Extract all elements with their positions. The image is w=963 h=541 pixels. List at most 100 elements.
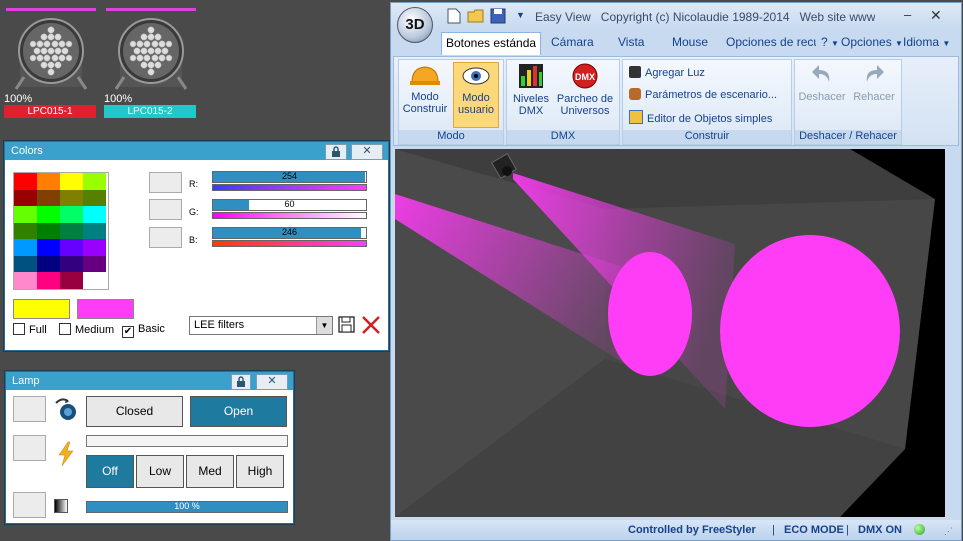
power-high-button[interactable]: High — [236, 455, 284, 488]
color-swatch[interactable] — [83, 272, 106, 289]
lock-button[interactable] — [325, 144, 347, 160]
color-swatch[interactable] — [60, 206, 83, 223]
color-swatch[interactable] — [37, 255, 60, 272]
tab-camara[interactable]: Cámara — [551, 32, 594, 52]
3d-viewport[interactable] — [395, 149, 945, 517]
full-checkbox[interactable]: Full — [13, 323, 47, 336]
power-med-button[interactable]: Med — [186, 455, 234, 488]
shutter-closed-button[interactable]: Closed — [86, 396, 183, 427]
color-swatch[interactable] — [37, 189, 60, 206]
quick-access-menu-icon[interactable]: ▼ — [516, 10, 525, 20]
color-swatch[interactable] — [60, 173, 83, 190]
chevron-down-icon: ▼ — [831, 39, 839, 48]
color-swatch[interactable] — [83, 173, 106, 190]
fixture-1[interactable]: 100% LPC015-1 — [4, 8, 98, 118]
rehacer-label: Rehacer — [853, 91, 895, 103]
help-menu[interactable]: ? ▼ — [821, 32, 839, 52]
group-modo: Modo Construir Modo usuario Modo — [398, 59, 504, 145]
ribbon-tabs: Botones estánda Cámara Vista Mouse Opcio… — [391, 30, 961, 55]
power-preset-button[interactable] — [13, 435, 46, 461]
color-swatch[interactable] — [14, 206, 37, 223]
color-swatch[interactable] — [37, 239, 60, 256]
color-swatch[interactable] — [37, 222, 60, 239]
color-swatch[interactable] — [60, 255, 83, 272]
power-low-button[interactable]: Low — [136, 455, 184, 488]
color-swatch[interactable] — [60, 239, 83, 256]
color-swatch[interactable] — [14, 222, 37, 239]
blue-slider[interactable]: 246 — [212, 227, 367, 239]
group-modo-label: Modo — [399, 130, 503, 144]
color-swatch[interactable] — [37, 206, 60, 223]
fixture-2[interactable]: 100% LPC015-2 — [104, 8, 198, 118]
dimmer-preset-button[interactable] — [13, 492, 46, 518]
shutter-preset-button[interactable] — [13, 396, 46, 422]
editor-objetos-button[interactable]: Editor de Objetos simples — [629, 110, 772, 125]
agregar-luz-button[interactable]: Agregar Luz — [629, 66, 705, 79]
lamp-panel-title[interactable]: Lamp ✕ — [6, 372, 293, 390]
tab-opciones-recu[interactable]: Opciones de recu — [726, 32, 816, 52]
medium-checkbox[interactable]: Medium — [59, 323, 114, 336]
color-swatch[interactable] — [37, 173, 60, 190]
parcheo-universos-button[interactable]: DMX Parcheo de Universos — [555, 62, 615, 126]
close-button[interactable]: ✕ — [256, 374, 288, 390]
filter-select[interactable]: LEE filters ▼ — [189, 316, 333, 335]
color-swatch[interactable] — [83, 239, 106, 256]
minimize-button[interactable]: – — [904, 7, 911, 22]
color-swatch[interactable] — [37, 272, 60, 289]
color-swatch[interactable] — [83, 222, 106, 239]
open-folder-icon[interactable] — [467, 9, 485, 23]
delete-icon[interactable] — [361, 315, 381, 335]
power-off-button[interactable]: Off — [86, 455, 134, 488]
color-swatch[interactable] — [60, 189, 83, 206]
modo-construir-button[interactable]: Modo Construir — [401, 62, 449, 126]
tab-mouse[interactable]: Mouse — [672, 32, 708, 52]
red-slider[interactable]: 254 — [212, 171, 367, 183]
close-button[interactable]: ✕ — [351, 144, 383, 160]
close-window-button[interactable]: ✕ — [930, 7, 942, 24]
red-preset-button[interactable] — [149, 172, 182, 193]
color-swatch[interactable] — [14, 239, 37, 256]
color-swatch[interactable] — [60, 222, 83, 239]
color-swatch[interactable] — [14, 272, 37, 289]
shutter-open-button[interactable]: Open — [190, 396, 287, 427]
dmx-status-indicator-icon — [914, 524, 925, 535]
deshacer-label: Deshacer — [798, 91, 846, 103]
color-swatch[interactable] — [83, 206, 106, 223]
tab-vista[interactable]: Vista — [618, 32, 644, 52]
save-icon[interactable] — [338, 316, 355, 333]
medium-label: Medium — [75, 324, 115, 336]
color-swatch[interactable] — [60, 272, 83, 289]
save-disk-icon[interactable] — [490, 8, 506, 24]
deshacer-button[interactable]: Deshacer — [797, 62, 847, 126]
colors-panel-title[interactable]: Colors ✕ — [5, 142, 388, 160]
resize-grip-icon[interactable]: ⋰ — [944, 526, 953, 537]
chevron-down-icon: ▼ — [942, 39, 951, 48]
color-swatch[interactable] — [14, 173, 37, 190]
title-bar[interactable]: 3D ▼ Easy View Copyright (c) Nicolaudie … — [391, 3, 961, 43]
color-swatch-grid[interactable] — [13, 172, 109, 290]
blue-value: 246 — [281, 227, 298, 237]
lock-button[interactable] — [231, 374, 251, 390]
rehacer-button[interactable]: Rehacer — [849, 62, 899, 126]
new-file-icon[interactable] — [447, 8, 461, 24]
lock-icon — [332, 146, 340, 157]
options-menu[interactable]: Opciones ▼ — [841, 32, 903, 52]
dimmer-slider[interactable]: 100 % — [86, 501, 288, 513]
color-swatch[interactable] — [14, 255, 37, 272]
parcheo-universos-label: Parcheo de Universos — [556, 93, 614, 117]
color-swatch[interactable] — [83, 189, 106, 206]
color-swatch[interactable] — [14, 189, 37, 206]
modo-usuario-button[interactable]: Modo usuario — [453, 62, 499, 128]
current-color-a[interactable] — [13, 299, 70, 319]
basic-checkbox[interactable]: ✔ Basic — [122, 323, 165, 338]
blue-preset-button[interactable] — [149, 227, 182, 248]
green-slider[interactable]: 60 — [212, 199, 367, 211]
app-logo[interactable]: 3D — [397, 7, 433, 43]
green-preset-button[interactable] — [149, 199, 182, 220]
language-menu[interactable]: Idioma ▼ — [903, 32, 950, 52]
niveles-dmx-button[interactable]: Niveles DMX — [509, 62, 553, 126]
current-color-b[interactable] — [77, 299, 134, 319]
color-swatch[interactable] — [83, 255, 106, 272]
tab-botones[interactable]: Botones estánda — [441, 32, 542, 55]
parametros-escenario-button[interactable]: Parámetros de escenario... — [629, 88, 777, 101]
